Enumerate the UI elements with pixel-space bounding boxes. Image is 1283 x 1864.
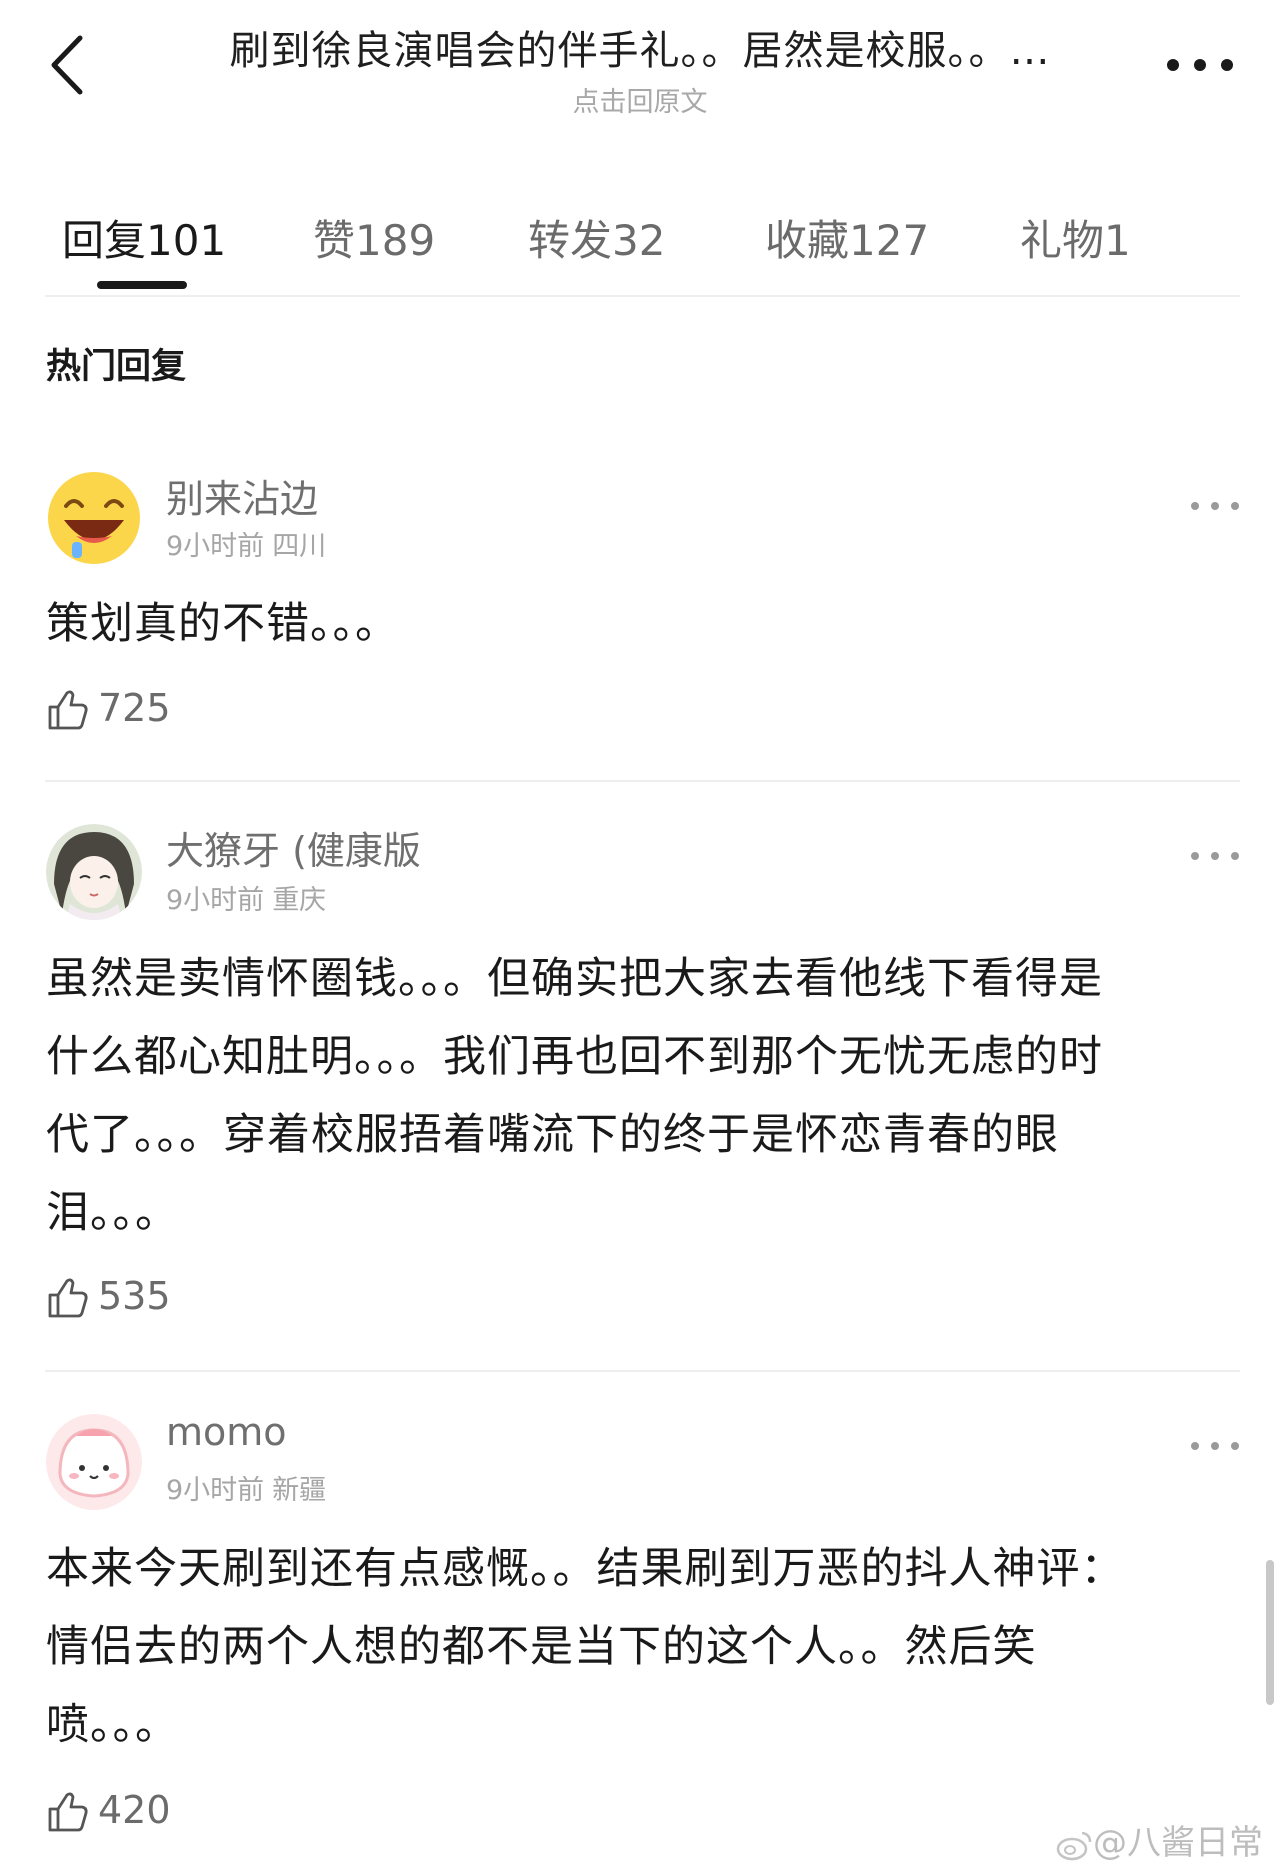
tab-bar: 回复101 赞189 转发32 收藏127 礼物1	[45, 195, 1240, 297]
comment-location: 四川	[272, 531, 327, 562]
anime-girl-avatar-icon	[46, 824, 142, 920]
avatar[interactable]	[46, 470, 142, 566]
comment-line: 什么都心知肚明。。。我们再也回不到那个无忧无虑的时	[46, 1032, 1103, 1082]
more-dots-icon	[1167, 59, 1233, 71]
user-name[interactable]: momo	[166, 1410, 287, 1454]
comment-line: 情侣去的两个人想的都不是当下的这个人。。然后笑	[46, 1622, 1037, 1672]
comment-line: 代了。。。穿着校服捂着嘴流下的终于是怀恋青春的眼	[46, 1110, 1059, 1160]
thumbs-up-icon	[48, 1278, 88, 1318]
comment-location: 新疆	[272, 1475, 327, 1506]
laughing-emoji-avatar-icon	[48, 472, 140, 564]
comment-line: 虽然是卖情怀圈钱。。。但确实把大家去看他线下看得是	[46, 954, 1103, 1004]
cute-blob-avatar-icon	[46, 1414, 142, 1510]
comment-location: 重庆	[272, 885, 327, 916]
more-button[interactable]	[1160, 50, 1240, 80]
comment-time: 9小时前	[166, 885, 265, 916]
avatar[interactable]	[46, 824, 142, 920]
top-bar: 刷到徐良演唱会的伴手礼。。居然是校服。。… 点击回原文	[0, 0, 1283, 140]
divider	[45, 1370, 1240, 1372]
comment-more-button[interactable]	[1185, 496, 1245, 516]
weibo-icon	[1056, 1831, 1092, 1860]
divider	[45, 780, 1240, 782]
post-title-block[interactable]: 刷到徐良演唱会的伴手礼。。居然是校服。。… 点击回原文	[170, 18, 1110, 119]
avatar[interactable]	[46, 1414, 142, 1510]
chevron-left-icon	[51, 35, 83, 95]
comment-meta: 9小时前 新疆	[166, 1468, 334, 1507]
thumbs-up-icon	[48, 1792, 88, 1832]
tab-reposts[interactable]: 转发32	[528, 207, 665, 268]
like-count: 725	[98, 686, 171, 730]
comment-meta: 9小时前 四川	[166, 524, 334, 563]
user-name[interactable]: 别来沾边	[166, 468, 318, 523]
active-tab-indicator	[97, 281, 187, 289]
like-count: 535	[98, 1274, 171, 1318]
comment-line: 泪。。。	[46, 1188, 179, 1238]
watermark-text: @八酱日常	[1093, 1823, 1263, 1863]
tab-favorites[interactable]: 收藏127	[765, 207, 929, 268]
more-dots-icon	[1191, 852, 1239, 860]
tab-likes[interactable]: 赞189	[313, 207, 435, 268]
more-dots-icon	[1191, 1442, 1239, 1450]
comment-meta: 9小时前 重庆	[166, 878, 334, 917]
watermark: @八酱日常	[1055, 1815, 1263, 1863]
comment-more-button[interactable]	[1185, 846, 1245, 866]
comment-text: 策划真的不错。。。	[46, 585, 1241, 663]
comment-line: 喷。。。	[46, 1700, 179, 1750]
comment-time: 9小时前	[166, 531, 265, 562]
tab-replies[interactable]: 回复101	[62, 207, 226, 268]
more-dots-icon	[1191, 502, 1239, 510]
comment-line: 策划真的不错。。。	[46, 599, 399, 649]
scrollbar[interactable]	[1266, 1560, 1274, 1705]
thumbs-up-icon	[48, 690, 88, 730]
back-button[interactable]	[40, 30, 100, 100]
comment-line: 本来今天刷到还有点感慨。。结果刷到万恶的抖人神评：	[46, 1544, 1125, 1594]
back-to-original-link[interactable]: 点击回原文	[170, 80, 1110, 119]
comment-more-button[interactable]	[1185, 1436, 1245, 1456]
comment-time: 9小时前	[166, 1475, 265, 1506]
like-count: 420	[98, 1788, 171, 1832]
post-title: 刷到徐良演唱会的伴手礼。。居然是校服。。…	[229, 28, 1051, 74]
hot-replies-heading: 热门回复	[46, 347, 187, 387]
tab-gifts[interactable]: 礼物1	[1020, 207, 1131, 268]
comment-text: 虽然是卖情怀圈钱。。。但确实把大家去看他线下看得是 什么都心知肚明。。。我们再也…	[46, 940, 1241, 1252]
user-name[interactable]: 大獠牙 (健康版	[166, 820, 421, 875]
comment-text: 本来今天刷到还有点感慨。。结果刷到万恶的抖人神评： 情侣去的两个人想的都不是当下…	[46, 1530, 1241, 1764]
